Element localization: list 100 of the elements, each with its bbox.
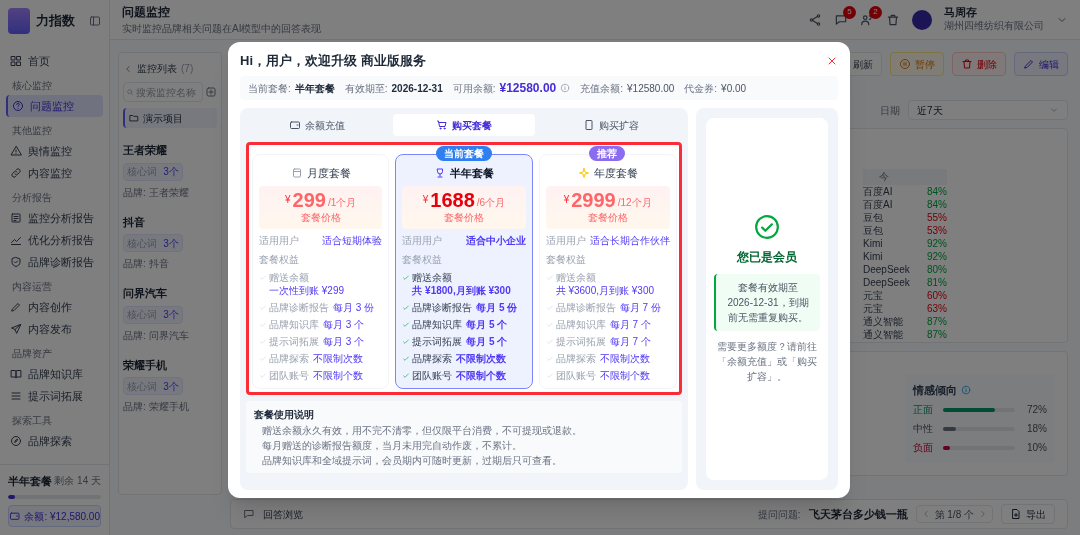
nav-item[interactable]: 问题监控	[6, 95, 103, 117]
logo-text: 力指数	[36, 12, 75, 31]
benefit-label: 品牌诊断报告	[269, 300, 329, 314]
pager-text: 第 1/8 个	[934, 507, 974, 522]
nav-item[interactable]: 舆情监控	[6, 140, 103, 162]
warning-icon	[10, 145, 22, 157]
monitor-name: 问界汽车	[123, 286, 168, 301]
model-name: DeepSeek	[863, 276, 910, 290]
account-label: 有效期至:	[344, 81, 388, 96]
model-name: Kimi	[863, 250, 883, 264]
plan-card[interactable]: 月度套餐 ¥299/1个月 套餐价格 适用用户 适合短期体验 套餐权益 赠送余额 一次性到账 ¥299 品牌诊断报告 每月 3 份 品牌知识库 每月 3 个 提示词拓展 每月 3 个 品牌探索 不限制次数 团队账号 不限制个数	[252, 154, 390, 389]
logo-mark	[8, 8, 30, 34]
note-item: 品牌知识库和全域提示词，会员期内可随时更新，过期后只可查看。	[261, 453, 563, 467]
currency-sign: ¥	[285, 192, 291, 207]
benefit-label: 赠送余额	[412, 270, 453, 284]
chevron-left-icon[interactable]	[123, 63, 133, 74]
toolbar-button[interactable]: 编辑	[1014, 52, 1068, 76]
sentiment-reading: 10%	[1026, 441, 1047, 455]
share-icon[interactable]	[808, 12, 822, 27]
brand-label: 品牌: 抖音	[123, 257, 170, 271]
model-name: 元宝	[863, 302, 883, 316]
price-amount: 299	[292, 189, 326, 210]
nav-section-title: 核心监控	[11, 79, 53, 93]
benefit-label: 提示词拓展	[412, 334, 463, 348]
nav-item[interactable]: 内容创作	[6, 296, 103, 318]
sidebar-toggle-icon[interactable]	[89, 15, 101, 27]
benefit-label: 品牌诊断报告	[555, 300, 616, 314]
benefit-value: 一次性到账 ¥299	[269, 283, 345, 297]
benefit-label: 提示词拓展	[555, 334, 606, 348]
model-name: 百度AI	[863, 198, 893, 212]
chevron-down-icon	[1049, 105, 1059, 115]
wallet-icon	[289, 119, 302, 131]
score-value: 80%	[927, 263, 947, 277]
tab[interactable]: 购买扩容	[539, 114, 682, 136]
calendar-icon	[290, 167, 303, 180]
date-dropdown[interactable]: 近7天	[908, 100, 1068, 120]
nav-item[interactable]: 内容发布	[6, 318, 103, 340]
trend-icon	[10, 234, 22, 246]
folder-icon	[129, 113, 139, 123]
balance-button[interactable]: 余额: ¥12,580.00	[8, 505, 101, 527]
score-value: 87%	[927, 315, 947, 329]
score-value: 55%	[927, 211, 947, 225]
chat-icon[interactable]	[834, 12, 848, 27]
benefit-label: 赠送余额	[555, 270, 596, 284]
score-value: 81%	[927, 276, 947, 290]
toolbar-button[interactable]: 暂停	[890, 52, 944, 76]
nav-item[interactable]: 首页	[6, 50, 103, 72]
nav-item[interactable]: 优化分析报告	[6, 229, 103, 251]
trash-icon[interactable]	[886, 12, 900, 27]
tab[interactable]: 购买套餐	[392, 114, 536, 136]
cart-icon	[436, 119, 448, 131]
score-value: 63%	[927, 302, 947, 316]
account-value: 半年套餐	[294, 81, 335, 96]
question-circle-icon	[12, 100, 24, 112]
plan-badge: 推荐	[589, 146, 626, 161]
monitor-name: 抖音	[123, 214, 146, 230]
benefit-label: 品牌探索	[412, 351, 453, 365]
shield-icon	[10, 256, 22, 268]
nav-item[interactable]: 品牌知识库	[6, 363, 103, 385]
benefit-label: 品牌探索	[269, 351, 309, 365]
price-period: /1个月	[327, 195, 357, 210]
account-label: 代金券:	[684, 81, 718, 96]
nav-item[interactable]: 监控分析报告	[6, 207, 103, 229]
sentiment-label: 负面	[913, 441, 934, 455]
chevron-right-icon[interactable]	[978, 509, 988, 519]
benefit-value: 不限制个数	[313, 368, 363, 382]
file-icon	[1010, 508, 1022, 520]
pencil-icon	[10, 301, 22, 313]
toolbar-button[interactable]: 删除	[952, 52, 1006, 76]
folder-item[interactable]: 演示项目	[123, 108, 217, 128]
export-button[interactable]: 导出	[1001, 504, 1055, 524]
benefit-label: 品牌知识库	[412, 317, 463, 331]
nav-item[interactable]: 提示词拓展	[6, 385, 103, 407]
price-label: 套餐价格	[444, 210, 484, 225]
benefit-value: 共 ¥1800,月到账 ¥300	[412, 283, 511, 297]
score-value: 53%	[927, 224, 947, 238]
benefit-value: 每月 5 个	[466, 317, 508, 331]
account-label: 可用余额:	[452, 81, 496, 96]
users-icon[interactable]	[860, 12, 874, 27]
add-icon[interactable]	[205, 86, 217, 98]
audience-value: 适合中小企业	[465, 233, 526, 248]
grid-icon	[10, 55, 22, 67]
list-icon	[10, 390, 22, 402]
check-circle-icon	[754, 214, 780, 240]
tab[interactable]: 余额充值	[246, 114, 389, 136]
price-period: /12个月	[617, 195, 652, 210]
benefits-title: 套餐权益	[402, 252, 444, 267]
nav-item[interactable]: 品牌探索	[6, 430, 103, 452]
currency-sign: ¥	[422, 192, 429, 207]
model-name: 豆包	[863, 224, 883, 238]
nav-item[interactable]: 品牌诊断报告	[6, 251, 103, 273]
notification-badge: 5	[843, 5, 856, 19]
benefit-value: 不限制次数	[313, 351, 363, 365]
notification-badge: 2	[869, 5, 882, 19]
sentiment-reading: 18%	[1026, 422, 1047, 436]
days-left: 剩余 14 天	[54, 474, 101, 489]
nav-item[interactable]: 内容监控	[6, 162, 103, 184]
close-icon[interactable]	[826, 55, 838, 67]
compass-icon	[10, 435, 22, 447]
monitor-name: 荣耀手机	[123, 357, 168, 373]
